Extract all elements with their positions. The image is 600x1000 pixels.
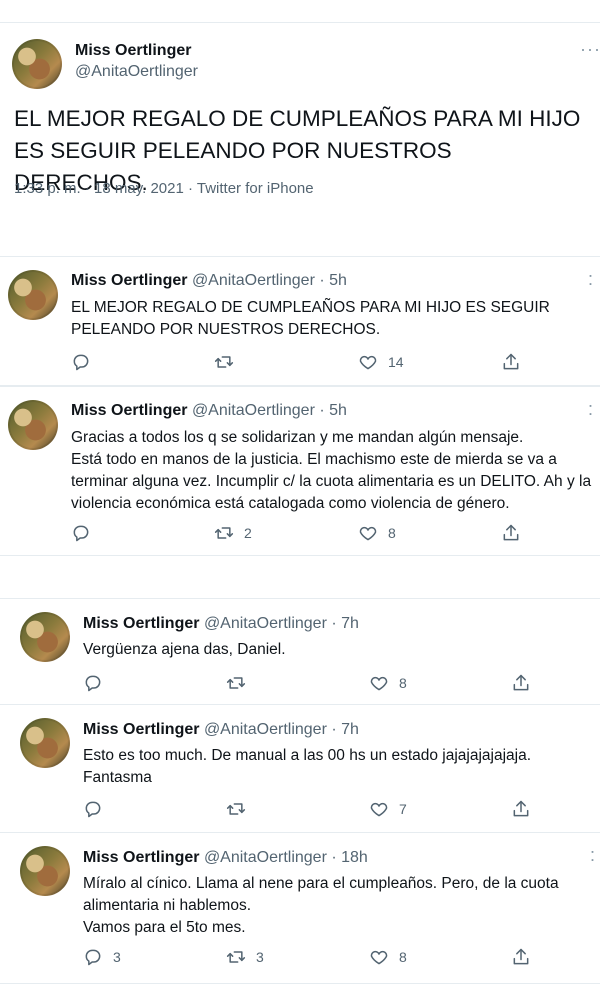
tweet-actions: 7 [83, 799, 543, 821]
tweet-text: Esto es too much. De manual a las 00 hs … [83, 747, 532, 786]
reply-icon [85, 675, 101, 692]
reply-button[interactable] [83, 799, 123, 819]
tweet-actions: 14 [71, 352, 531, 374]
author-name-text: Miss Oertlinger [83, 615, 200, 632]
share-button[interactable] [501, 523, 521, 543]
reply-count: 3 [113, 949, 121, 965]
author-name-text: Miss Oertlinger [83, 721, 200, 738]
retweet-icon [226, 677, 246, 689]
tweet-meta: 1:33 p. m. · 18 may. 2021 · Twitter for … [14, 180, 314, 197]
retweet-button[interactable]: 2 [214, 523, 254, 543]
avatar[interactable] [20, 718, 70, 768]
reply-icon [73, 525, 89, 542]
tweet-text: EL MEJOR REGALO DE CUMPLEAÑOS PARA MI HI… [71, 299, 550, 338]
reply-icon [85, 801, 101, 818]
retweet-count: 2 [244, 525, 252, 541]
author-name[interactable]: Miss Oertlinger @AnitaOertlinger · 7h [83, 721, 359, 739]
tweet-text: Míralo al cínico. Llama al nene para el … [83, 875, 559, 936]
retweet-button[interactable] [214, 352, 254, 372]
share-icon [503, 524, 519, 541]
reply-button[interactable] [83, 673, 123, 693]
avatar[interactable] [8, 270, 58, 320]
heart-icon [359, 526, 377, 541]
like-button[interactable]: 7 [369, 799, 409, 819]
handle-time: @AnitaOertlinger · 7h [203, 615, 359, 632]
tweet-actions: 2 8 [71, 523, 531, 545]
like-button[interactable]: 8 [369, 947, 409, 967]
tweet-card-2[interactable]: Miss Oertlinger @AnitaOertlinger · 5h : … [0, 386, 600, 556]
retweet-icon [214, 527, 234, 539]
share-button[interactable] [511, 799, 531, 819]
share-button[interactable] [501, 352, 521, 372]
author-name-text: Miss Oertlinger [71, 402, 188, 419]
tweet-text: Gracias a todos los q se solidarizan y m… [71, 429, 592, 512]
reply-button[interactable]: 3 [83, 947, 123, 967]
main-tweet[interactable]: Miss Oertlinger @AnitaOertlinger ··· EL … [0, 22, 600, 220]
reply-icon [73, 354, 89, 371]
avatar[interactable] [20, 846, 70, 896]
avatar[interactable] [8, 400, 58, 450]
like-button[interactable]: 8 [358, 523, 398, 543]
heart-icon [370, 802, 388, 817]
handle-time: @AnitaOertlinger · 7h [203, 721, 359, 738]
author-name-text: Miss Oertlinger [71, 272, 188, 289]
more-icon[interactable]: : [588, 399, 594, 420]
tweet-card-1[interactable]: Miss Oertlinger @AnitaOertlinger · 5h : … [0, 256, 600, 386]
like-count: 14 [388, 354, 404, 370]
heart-icon [370, 676, 388, 691]
reply-icon [85, 949, 101, 966]
reply-button[interactable] [71, 352, 111, 372]
author-name-text: Miss Oertlinger [83, 849, 200, 866]
share-icon [513, 948, 529, 965]
handle-time: @AnitaOertlinger · 5h [191, 402, 347, 419]
retweet-button[interactable] [226, 673, 266, 693]
retweet-icon [226, 803, 246, 815]
like-count: 8 [388, 525, 396, 541]
tweet-card-4[interactable]: Miss Oertlinger @AnitaOertlinger · 7h Es… [0, 704, 600, 832]
more-icon[interactable]: : [588, 269, 594, 290]
more-icon[interactable]: ··· [580, 39, 600, 60]
like-count: 8 [399, 675, 407, 691]
retweet-count: 3 [256, 949, 264, 965]
like-button[interactable]: 14 [358, 352, 404, 372]
author-name[interactable]: Miss Oertlinger @AnitaOertlinger · 5h [71, 272, 347, 290]
tweet-text: Vergüenza ajena das, Daniel. [83, 641, 286, 658]
like-count: 8 [399, 949, 407, 965]
tweet-card-5[interactable]: Miss Oertlinger @AnitaOertlinger · 18h :… [0, 832, 600, 984]
reply-button[interactable] [71, 523, 111, 543]
author-handle[interactable]: @AnitaOertlinger [75, 63, 198, 81]
share-button[interactable] [511, 673, 531, 693]
tweet-actions: 3 3 8 [83, 947, 543, 969]
like-count: 7 [399, 801, 407, 817]
retweet-icon [226, 951, 246, 963]
tweet-actions: 8 [83, 673, 543, 695]
share-icon [503, 353, 519, 370]
author-name[interactable]: Miss Oertlinger [75, 42, 191, 60]
share-icon [513, 800, 529, 817]
handle-time: @AnitaOertlinger · 5h [191, 272, 347, 289]
tweet-card-3[interactable]: Miss Oertlinger @AnitaOertlinger · 7h Ve… [0, 598, 600, 704]
author-name[interactable]: Miss Oertlinger @AnitaOertlinger · 7h [83, 615, 359, 633]
avatar[interactable] [20, 612, 70, 662]
handle-time: @AnitaOertlinger · 18h [203, 849, 368, 866]
share-button[interactable] [511, 947, 531, 967]
author-name[interactable]: Miss Oertlinger @AnitaOertlinger · 18h [83, 849, 368, 867]
heart-icon [370, 950, 388, 965]
retweet-icon [214, 356, 234, 368]
like-button[interactable]: 8 [369, 673, 409, 693]
heart-icon [359, 355, 377, 370]
avatar[interactable] [12, 39, 62, 89]
share-icon [513, 674, 529, 691]
retweet-button[interactable]: 3 [226, 947, 266, 967]
retweet-button[interactable] [226, 799, 266, 819]
author-name[interactable]: Miss Oertlinger @AnitaOertlinger · 5h [71, 402, 347, 420]
more-icon[interactable]: : [590, 845, 596, 866]
